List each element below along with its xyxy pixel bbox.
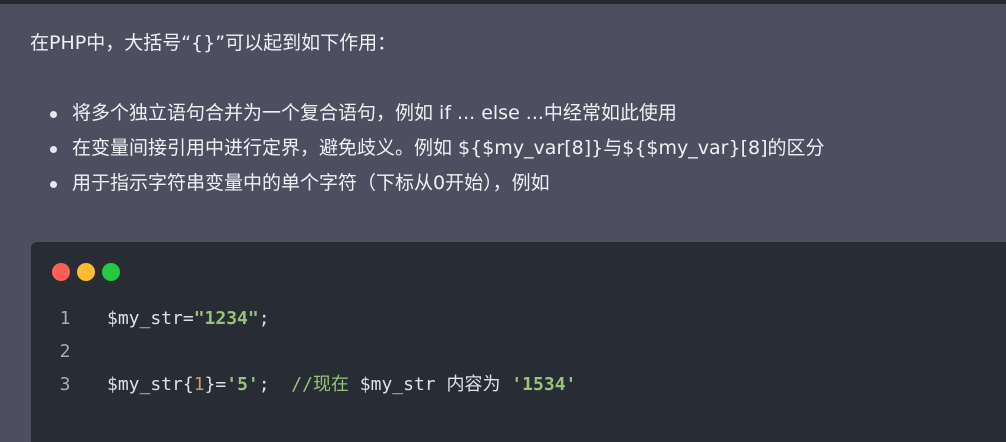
code-token: ; xyxy=(258,374,292,395)
code-token: }= xyxy=(204,374,227,395)
code-token: 1 xyxy=(193,374,205,395)
code-token: $my_str xyxy=(348,374,447,395)
article-content: 在PHP中，大括号“{}”可以起到如下作用： 将多个独立语句合并为一个复合语句，… xyxy=(0,4,1006,442)
line-number: 2 xyxy=(59,341,71,362)
code-token: 现在 xyxy=(312,374,349,395)
red-dot-icon xyxy=(52,263,70,281)
bullet-list: 将多个独立语句合并为一个复合语句，例如 if ... else ...中经常如此… xyxy=(42,96,824,201)
code-token: '5' xyxy=(226,374,259,395)
line-number: 3 xyxy=(59,374,71,395)
yellow-dot-icon xyxy=(77,263,95,281)
code-token: '1534' xyxy=(511,374,577,395)
code-lines: 1 $my_str="1234"; 2 3 $my_str{1}='5'; //现在 $… xyxy=(31,302,577,401)
code-token: ; xyxy=(258,308,270,329)
intro-paragraph: 在PHP中，大括号“{}”可以起到如下作用： xyxy=(30,32,397,54)
code-token: 内容为 xyxy=(446,374,501,395)
bullet-item: 在变量间接引用中进行定界，避免歧义。例如 ${$my_var[8]}与${$my… xyxy=(42,131,824,166)
code-line: 2 xyxy=(31,335,576,368)
line-number: 1 xyxy=(59,308,71,329)
code-token: $my_str= xyxy=(107,308,194,329)
green-dot-icon xyxy=(102,263,120,281)
bullet-item: 将多个独立语句合并为一个复合语句，例如 if ... else ...中经常如此… xyxy=(42,96,824,131)
code-line: 1 $my_str="1234"; xyxy=(31,302,576,335)
code-line: 3 $my_str{1}='5'; //现在 $my_str 内容为 '1534' xyxy=(31,368,577,401)
code-token: "1234" xyxy=(193,308,259,329)
code-block: 1 $my_str="1234"; 2 3 $my_str{1}='5'; //现在 $… xyxy=(31,242,1006,442)
code-token: $my_str{ xyxy=(107,374,194,395)
code-token: // xyxy=(291,374,313,395)
bullet-item: 用于指示字符串变量中的单个字符（下标从0开始），例如 xyxy=(42,166,824,201)
window-controls xyxy=(52,263,127,281)
